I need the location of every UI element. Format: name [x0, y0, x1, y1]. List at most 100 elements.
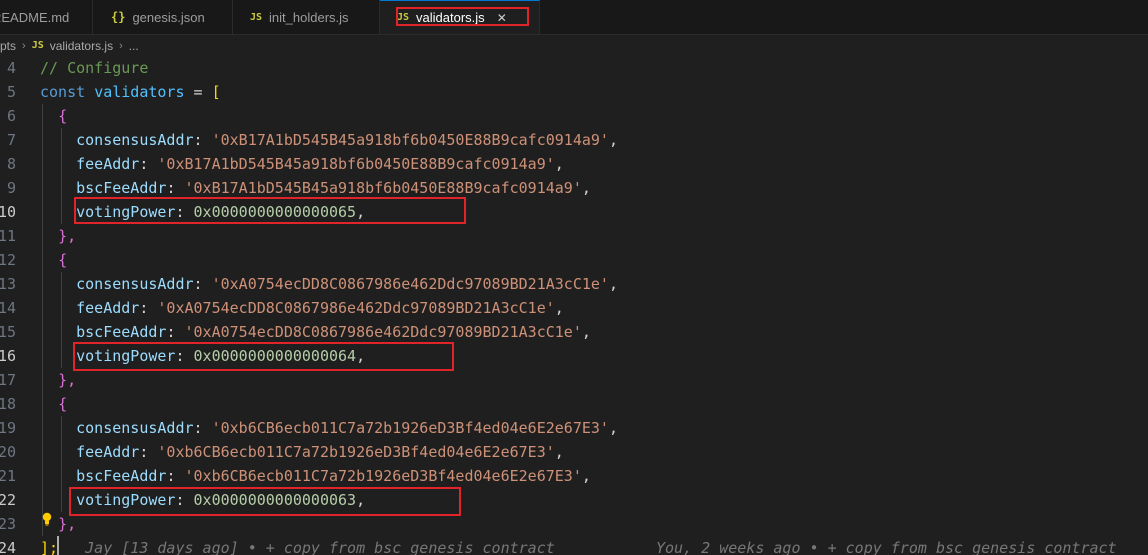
address-string: '0xB17A1bD545B45a918bf6b0450E88B9cafc091… — [211, 131, 609, 149]
property-key: consensusAddr — [76, 419, 194, 437]
code-line: 14 feeAddr: '0xA0754ecDD8C0867986e462Ddc… — [0, 296, 1148, 320]
property-key: bscFeeAddr — [76, 179, 167, 197]
line-number: 13 — [0, 275, 16, 293]
chevron-right-icon: › — [119, 39, 123, 52]
code-line: 17 }, — [0, 368, 1148, 392]
code-line: 13 consensusAddr: '0xA0754ecDD8C0867986e… — [0, 272, 1148, 296]
code-line: 19 consensusAddr: '0xb6CB6ecb011C7a72b19… — [0, 416, 1148, 440]
breadcrumb-more[interactable]: ... — [129, 39, 139, 53]
line-number: 14 — [0, 299, 16, 317]
address-string: '0xB17A1bD545B45a918bf6b0450E88B9cafc091… — [157, 155, 555, 173]
code-line: 15 bscFeeAddr: '0xA0754ecDD8C0867986e462… — [0, 320, 1148, 344]
code-line: 8 feeAddr: '0xB17A1bD545B45a918bf6b0450E… — [0, 152, 1148, 176]
property-key: bscFeeAddr — [76, 467, 167, 485]
code-line: 18 { — [0, 392, 1148, 416]
line-number: 6 — [6, 107, 16, 125]
code-line: 6 { — [0, 104, 1148, 128]
line-number: 4 — [6, 59, 16, 77]
property-key: feeAddr — [76, 443, 140, 461]
line-number: 20 — [0, 443, 16, 461]
line-number: 7 — [6, 131, 16, 149]
line-number: 17 — [0, 371, 16, 389]
code-comment: // Configure — [40, 59, 149, 77]
property-key: feeAddr — [76, 155, 140, 173]
code-line: 23 }, — [0, 512, 1148, 536]
line-number: 19 — [0, 419, 16, 437]
line-number: 15 — [0, 323, 16, 341]
json-file-icon: {} — [111, 10, 126, 24]
code-editor[interactable]: 4 // Configure 5 const validators = [ 6 … — [0, 56, 1148, 555]
line-number: 10 — [0, 203, 16, 221]
property-key: votingPower — [76, 347, 176, 365]
address-string: '0xA0754ecDD8C0867986e462Ddc97089BD21A3c… — [211, 275, 609, 293]
lightbulb-icon[interactable] — [42, 512, 52, 526]
tab-label: init_holders.js — [269, 9, 349, 25]
breadcrumb-file[interactable]: validators.js — [50, 39, 113, 53]
open-brace: { — [58, 107, 68, 125]
code-line: 16 votingPower: 0x0000000000000064, — [0, 344, 1148, 368]
tab-init-holders[interactable]: JS init_holders.js — [233, 0, 380, 34]
property-key: consensusAddr — [76, 275, 194, 293]
breadcrumb: pts › JS validators.js › ... — [0, 35, 1148, 56]
voting-power-value: 0x0000000000000065 — [193, 203, 357, 221]
editor-window: README.md {} genesis.json JS init_holder… — [0, 0, 1148, 555]
address-string: '0xB17A1bD545B45a918bf6b0450E88B9cafc091… — [184, 179, 582, 197]
code-line: 11 }, — [0, 224, 1148, 248]
close-icon[interactable]: ✕ — [497, 11, 507, 25]
code-line: 20 feeAddr: '0xb6CB6ecb011C7a72b1926eD3B… — [0, 440, 1148, 464]
voting-power-value: 0x0000000000000064 — [193, 347, 357, 365]
js-file-icon: JS — [397, 12, 410, 23]
address-string: '0xA0754ecDD8C0867986e462Ddc97089BD21A3c… — [157, 299, 555, 317]
line-number: 18 — [0, 395, 16, 413]
text-cursor — [57, 536, 59, 555]
address-string: '0xb6CB6ecb011C7a72b1926eD3Bf4ed04e6E2e6… — [211, 419, 609, 437]
address-string: '0xA0754ecDD8C0867986e462Ddc97089BD21A3c… — [184, 323, 582, 341]
line-number: 5 — [6, 83, 16, 101]
property-key: votingPower — [76, 203, 176, 221]
git-blame-inline: Jay [13 days ago] • + copy from bsc gene… — [85, 539, 555, 555]
tab-bar: README.md {} genesis.json JS init_holder… — [0, 0, 1148, 35]
line-number: 21 — [0, 467, 16, 485]
chevron-right-icon: › — [22, 39, 26, 52]
open-bracket: [ — [211, 83, 221, 101]
code-line: 12 { — [0, 248, 1148, 272]
operator-assign: = — [184, 83, 212, 101]
js-file-icon: JS — [31, 40, 44, 51]
code-line: 7 consensusAddr: '0xB17A1bD545B45a918bf6… — [0, 128, 1148, 152]
line-number: 24 — [0, 539, 16, 555]
address-string: '0xb6CB6ecb011C7a72b1926eD3Bf4ed04e6E2e6… — [184, 467, 582, 485]
tab-genesis-json[interactable]: {} genesis.json — [93, 0, 233, 34]
open-brace: { — [58, 251, 68, 269]
line-number: 11 — [0, 227, 16, 245]
tab-validators[interactable]: JS validators.js ✕ — [380, 0, 540, 34]
line-number: 9 — [6, 179, 16, 197]
close-bracket: ]; — [40, 539, 59, 555]
code-line: 5 const validators = [ — [0, 80, 1148, 104]
code-line: 24 ]; Jay [13 days ago] • + copy from bs… — [0, 536, 1148, 555]
line-number: 8 — [6, 155, 16, 173]
keyword-const: const — [40, 83, 86, 101]
tab-label: validators.js — [416, 10, 485, 25]
voting-power-value: 0x0000000000000063 — [193, 491, 357, 509]
tab-readme[interactable]: README.md — [0, 0, 93, 34]
code-line: 9 bscFeeAddr: '0xB17A1bD545B45a918bf6b04… — [0, 176, 1148, 200]
line-number: 22 — [0, 491, 16, 509]
git-blame-annotation: You, 2 weeks ago • + copy from bsc genes… — [656, 539, 1117, 555]
address-string: '0xb6CB6ecb011C7a72b1926eD3Bf4ed04e6E2e6… — [157, 443, 555, 461]
close-brace: }, — [58, 515, 77, 533]
property-key: votingPower — [76, 491, 176, 509]
open-brace: { — [58, 395, 68, 413]
line-number: 16 — [0, 347, 16, 365]
line-number: 23 — [0, 515, 16, 533]
code-line: 22 votingPower: 0x0000000000000063, — [0, 488, 1148, 512]
tab-label: genesis.json — [132, 9, 205, 25]
tab-label: README.md — [0, 9, 70, 25]
js-file-icon: JS — [250, 11, 263, 23]
code-line: 4 // Configure — [0, 56, 1148, 80]
property-key: consensusAddr — [76, 131, 194, 149]
breadcrumb-folder[interactable]: pts — [0, 39, 16, 53]
code-line: 10 votingPower: 0x0000000000000065, — [0, 200, 1148, 224]
property-key: bscFeeAddr — [76, 323, 167, 341]
close-brace: }, — [58, 371, 77, 389]
variable-name: validators — [94, 83, 185, 101]
